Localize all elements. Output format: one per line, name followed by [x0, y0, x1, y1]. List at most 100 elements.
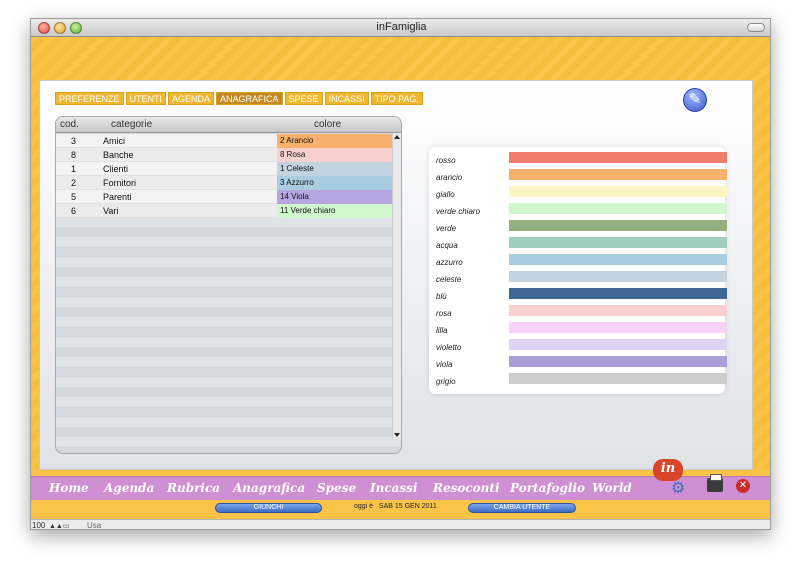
tab-tipo-pag[interactable]: TIPO PAG. [370, 92, 423, 105]
legend-color-swatch[interactable] [509, 356, 727, 367]
table-scrollbar[interactable] [392, 133, 401, 439]
toolbar-toggle-button[interactable] [747, 23, 765, 32]
app-window: inFamiglia PREFERENZE UTENTI AGENDA ANAG… [30, 18, 771, 530]
table-row[interactable]: 8 Banche 8 Rosa [56, 148, 393, 162]
legend-item[interactable]: acqua [436, 237, 727, 254]
legend-color-swatch[interactable] [509, 237, 727, 248]
legend-color-swatch[interactable] [509, 203, 727, 214]
row-categoria: Clienti [103, 164, 129, 174]
nav-incassi[interactable]: Incassi [370, 481, 418, 495]
legend-color-name: lilla [436, 326, 448, 335]
window-title: inFamiglia [376, 21, 427, 33]
row-colore[interactable]: 2 Arancio [277, 134, 393, 148]
color-legend: rosso arancio giallo verde chiaro verde acqua… [429, 147, 727, 394]
header-colore[interactable]: colore [314, 119, 341, 130]
content-background: PREFERENZE UTENTI AGENDA ANAGRAFICA SPES… [31, 37, 770, 470]
nav-anagrafica[interactable]: Anagrafica [233, 481, 305, 495]
legend-color-name: rosso [436, 156, 456, 165]
legend-color-swatch[interactable] [509, 373, 727, 384]
legend-color-name: verde [436, 224, 457, 233]
nav-home[interactable]: Home [49, 481, 89, 495]
edit-pencil-button[interactable]: ✎ [683, 88, 707, 112]
date-label: oggi è [354, 503, 374, 510]
pencil-icon: ✎ [688, 91, 702, 108]
legend-item[interactable]: grigio [436, 373, 727, 390]
legend-color-name: giallo [436, 190, 455, 199]
legend-item[interactable]: viola [436, 356, 727, 373]
legend-color-swatch[interactable] [509, 220, 727, 231]
close-icon[interactable]: ✕ [736, 479, 750, 493]
table-row[interactable]: 5 Parenti 14 Viola [56, 190, 393, 204]
legend-item[interactable]: arancio [436, 169, 727, 186]
tab-utenti[interactable]: UTENTI [125, 92, 167, 105]
table-row[interactable]: 1 Clienti 1 Celeste [56, 162, 393, 176]
table-header: cod. categorie colore [56, 117, 401, 133]
nav-resoconti[interactable]: Resoconti [433, 481, 500, 495]
table-row[interactable]: 6 Vari 11 Verde chiaro [56, 204, 393, 218]
legend-item[interactable]: rosa [436, 305, 727, 322]
legend-color-swatch[interactable] [509, 339, 727, 350]
nav-agenda[interactable]: Agenda [104, 481, 154, 495]
scroll-down-icon[interactable] [394, 433, 400, 437]
tab-spese[interactable]: SPESE [284, 92, 323, 105]
header-categorie[interactable]: categorie [111, 119, 152, 130]
legend-color-name: verde chiaro [436, 207, 481, 216]
nav-world[interactable]: World [592, 481, 632, 495]
date-display: oggi è SAB 15 GEN 2011 [354, 503, 437, 510]
tab-anagrafica[interactable]: ANAGRAFICA [216, 92, 283, 105]
table-rows: 3 Amici 2 Arancio 8 Banche 8 Rosa 1 Clienti 1 Ce… [56, 134, 393, 218]
tab-agenda[interactable]: AGENDA [168, 92, 215, 105]
legend-color-name: arancio [436, 173, 463, 182]
row-cod: 3 [70, 136, 76, 146]
row-colore[interactable]: 14 Viola [277, 190, 393, 204]
legend-color-name: acqua [436, 241, 458, 250]
table-row[interactable]: 3 Amici 2 Arancio [56, 134, 393, 148]
legend-item[interactable]: blù [436, 288, 727, 305]
zoom-level[interactable]: 100 [32, 521, 45, 529]
legend-item[interactable]: rosso [436, 152, 727, 169]
legend-color-swatch[interactable] [509, 288, 727, 299]
row-categoria: Amici [103, 136, 125, 146]
legend-color-swatch[interactable] [509, 322, 727, 333]
user-button[interactable]: GIUNCHI [215, 503, 322, 513]
legend-color-swatch[interactable] [509, 271, 727, 282]
legend-item[interactable]: celeste [436, 271, 727, 288]
main-panel: PREFERENZE UTENTI AGENDA ANAGRAFICA SPES… [39, 80, 753, 470]
legend-item[interactable]: lilla [436, 322, 727, 339]
row-colore[interactable]: 3 Azzurro [277, 176, 393, 190]
scroll-up-icon[interactable] [394, 135, 400, 139]
printer-icon[interactable] [707, 474, 723, 492]
nav-rubrica[interactable]: Rubrica [167, 481, 220, 495]
row-categoria: Parenti [103, 192, 132, 202]
legend-item[interactable]: verde chiaro [436, 203, 727, 220]
legend-color-name: blù [436, 292, 447, 301]
zoom-controls-icon[interactable]: ▲▲▭ [49, 522, 69, 529]
nav-portafoglio[interactable]: Portafoglio [510, 481, 585, 495]
row-colore[interactable]: 1 Celeste [277, 162, 393, 176]
legend-item[interactable]: giallo [436, 186, 727, 203]
legend-color-name: viola [436, 360, 453, 369]
legend-item[interactable]: verde [436, 220, 727, 237]
row-cod: 5 [70, 192, 76, 202]
header-cod[interactable]: cod. [60, 119, 79, 130]
legend-item[interactable]: violetto [436, 339, 727, 356]
tab-preferenze[interactable]: PREFERENZE [55, 92, 124, 105]
table-row[interactable]: 2 Fornitori 3 Azzurro [56, 176, 393, 190]
legend-color-swatch[interactable] [509, 254, 727, 265]
legend-color-swatch[interactable] [509, 152, 727, 163]
tab-incassi[interactable]: INCASSI [324, 92, 369, 105]
legend-color-swatch[interactable] [509, 305, 727, 316]
legend-color-name: grigio [436, 377, 456, 386]
change-user-button[interactable]: CAMBIA UTENTE [468, 503, 576, 513]
nav-spese[interactable]: Spese [317, 481, 356, 495]
footer-bar: GIUNCHI oggi è SAB 15 GEN 2011 CAMBIA UT… [31, 500, 770, 519]
row-colore[interactable]: 11 Verde chiaro [277, 204, 393, 218]
legend-item[interactable]: azzurro [436, 254, 727, 271]
legend-color-name: violetto [436, 343, 462, 352]
row-colore[interactable]: 8 Rosa [277, 148, 393, 162]
legend-color-name: celeste [436, 275, 462, 284]
settings-gear-icon[interactable]: ⚙ [671, 478, 685, 498]
row-cod: 8 [70, 150, 76, 160]
legend-color-swatch[interactable] [509, 186, 727, 197]
legend-color-swatch[interactable] [509, 169, 727, 180]
